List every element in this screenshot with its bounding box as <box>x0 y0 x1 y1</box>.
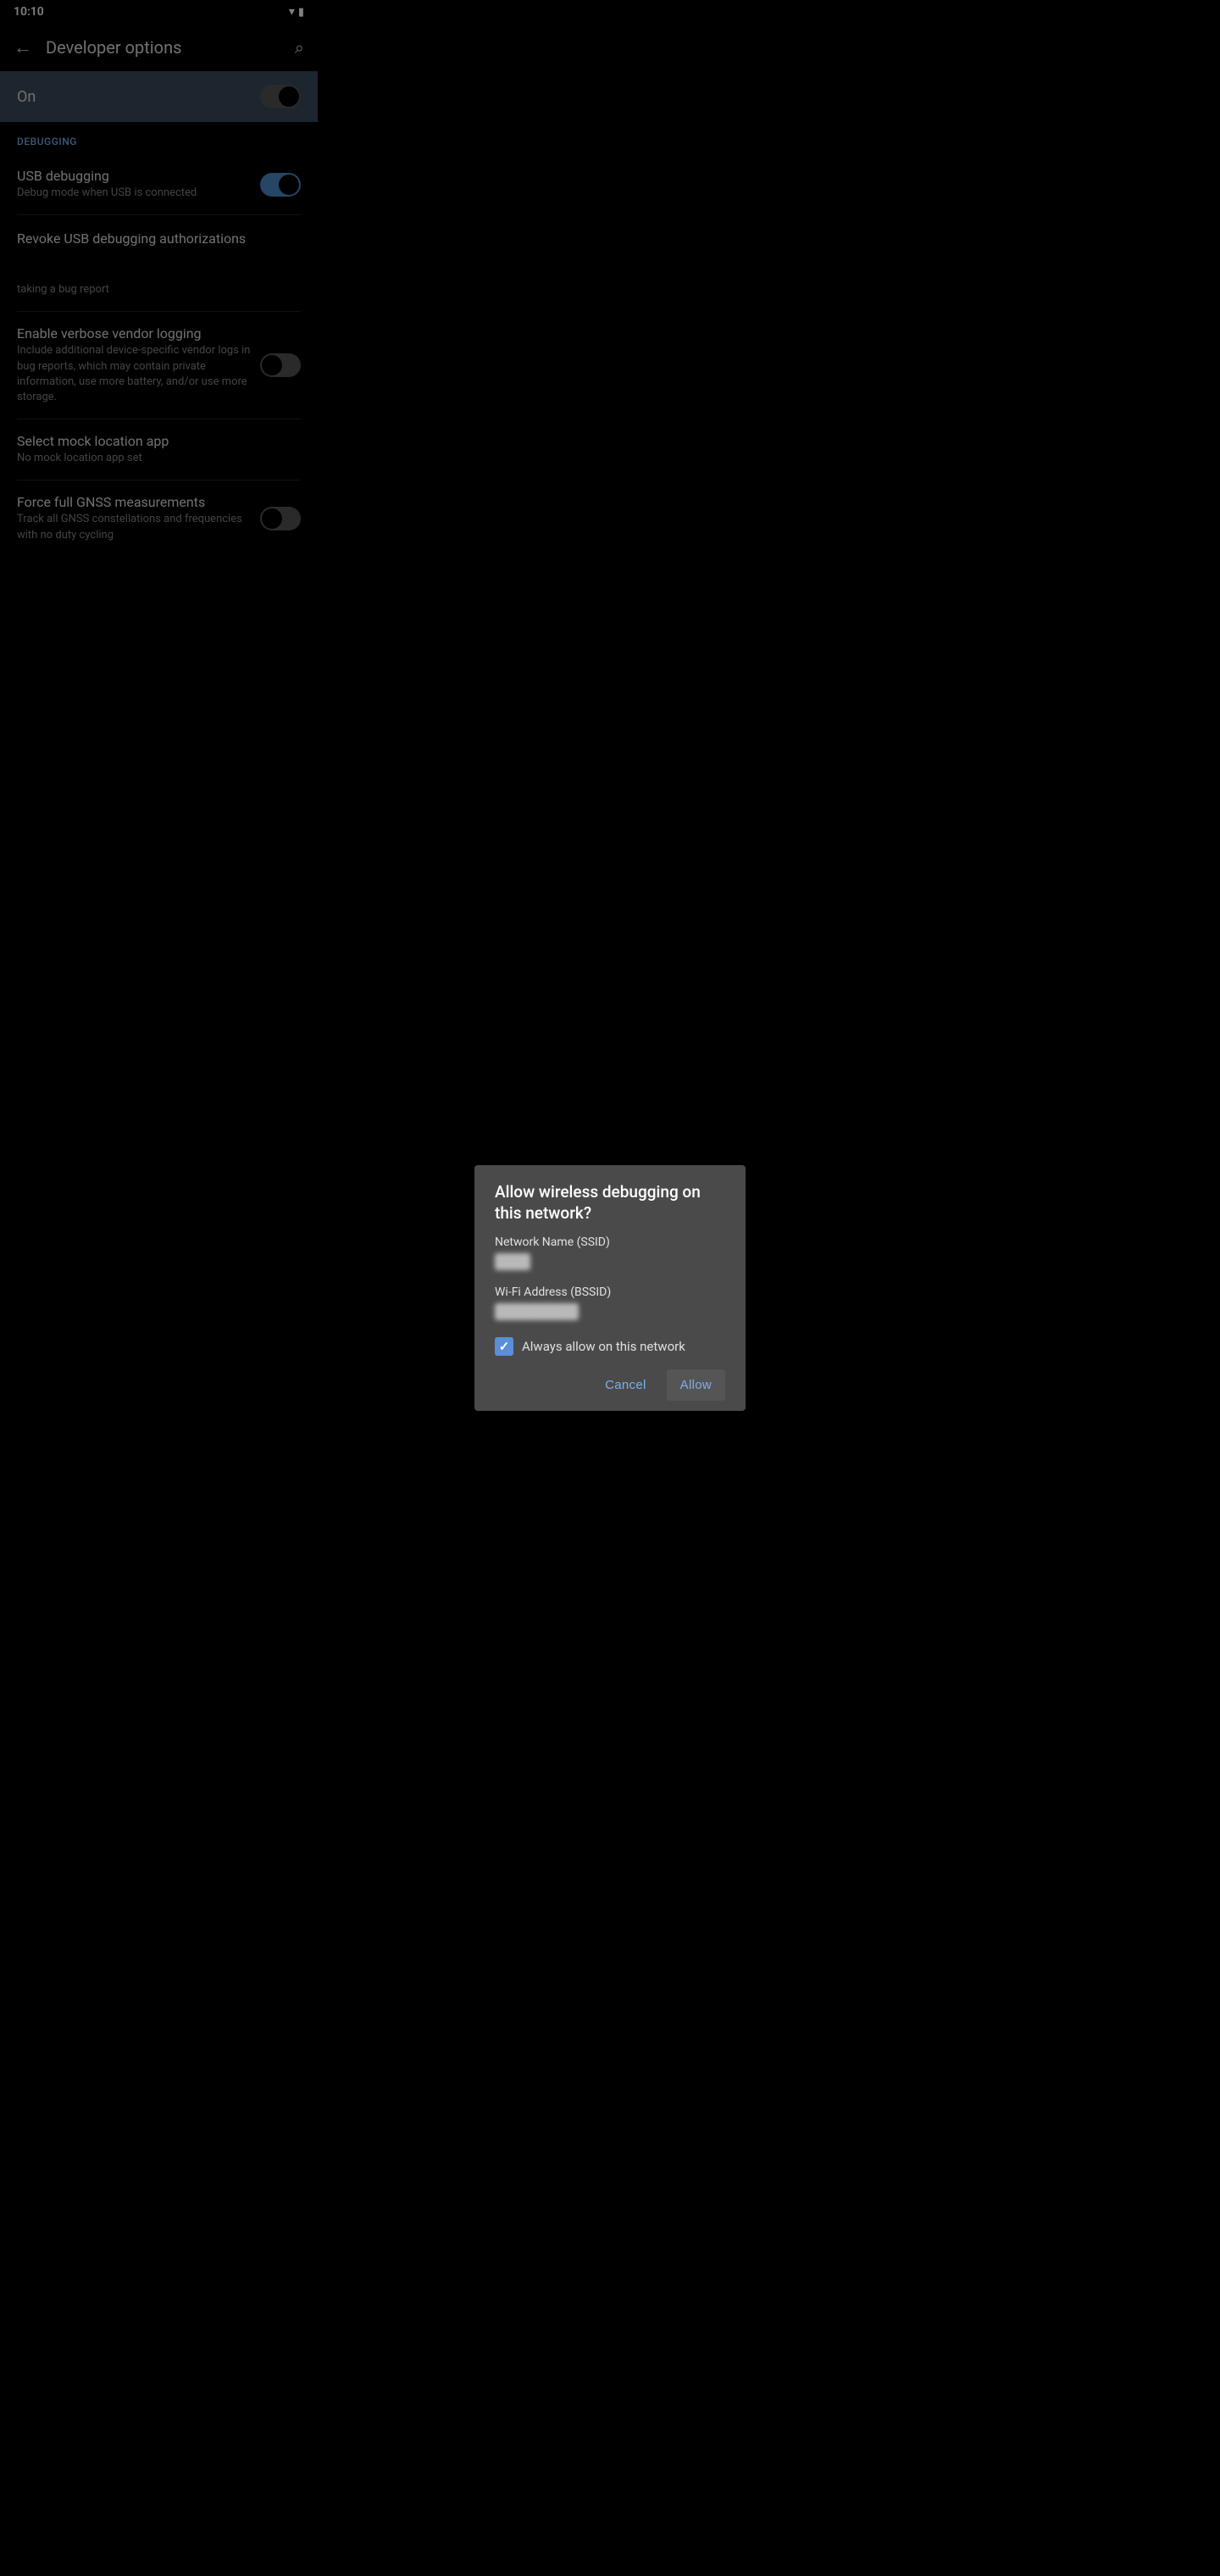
allow-button[interactable]: Allow <box>667 1369 725 1401</box>
network-name-value: •••••• <box>495 1253 530 1270</box>
cancel-button[interactable]: Cancel <box>591 1369 660 1401</box>
dialog-overlay: Allow wireless debugging on this network… <box>0 0 1220 2576</box>
always-allow-label: Always allow on this network <box>522 1339 685 1354</box>
dialog-actions: Cancel Allow <box>495 1369 725 1401</box>
checkbox-checkmark: ✓ <box>499 1339 510 1354</box>
always-allow-checkbox[interactable]: ✓ <box>495 1337 513 1356</box>
dialog-title: Allow wireless debugging on this network… <box>495 1182 725 1224</box>
network-name-label: Network Name (SSID) <box>495 1235 725 1249</box>
wifi-address-label: Wi-Fi Address (BSSID) <box>495 1285 725 1299</box>
wifi-address-value: ••:••:••:••:••:•• <box>495 1303 579 1320</box>
always-allow-row: ✓ Always allow on this network <box>495 1337 725 1356</box>
wireless-debug-dialog: Allow wireless debugging on this network… <box>474 1165 746 1411</box>
